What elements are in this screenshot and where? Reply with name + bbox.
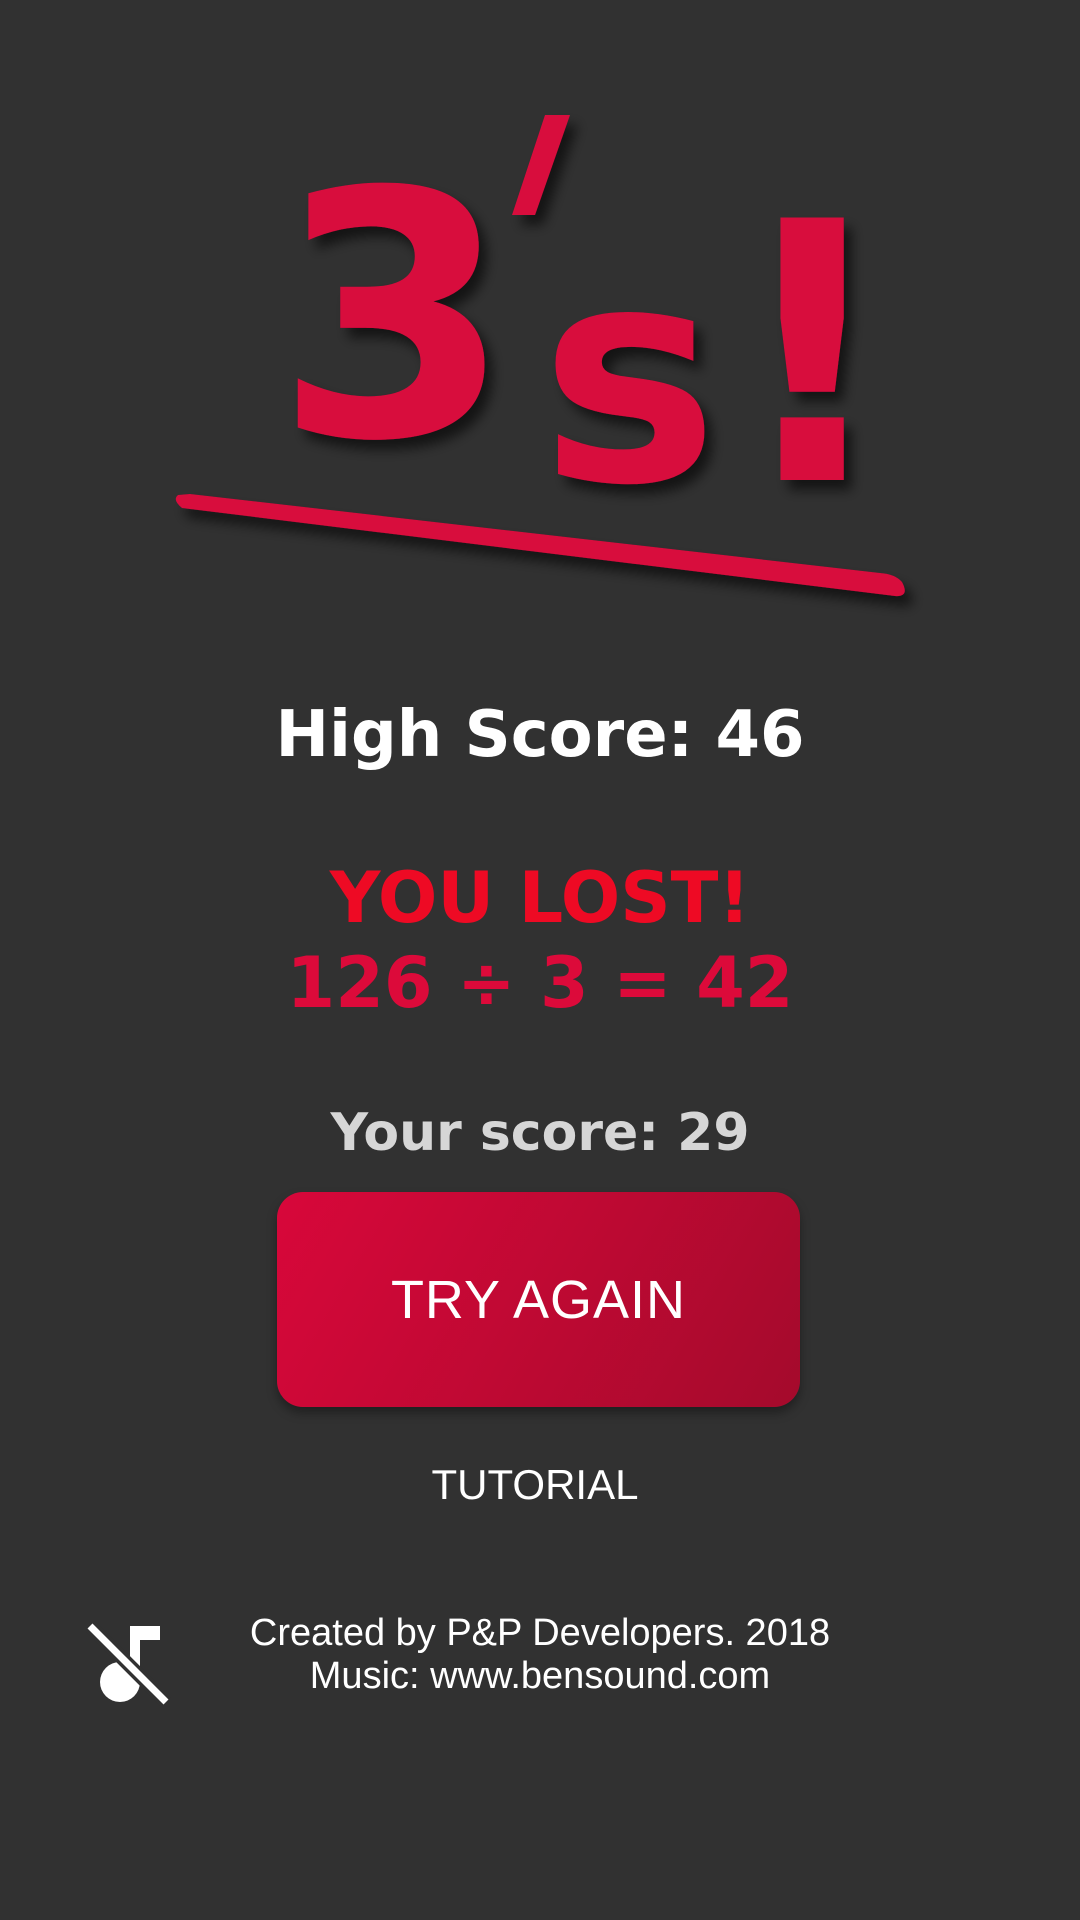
- game-logo: 3 s !: [175, 115, 905, 597]
- music-credit-line: Music: www.bensound.com: [309, 1655, 771, 1697]
- credit-line: Created by P&P Developers. 2018: [249, 1612, 831, 1654]
- mute-music-button[interactable]: [85, 1620, 172, 1707]
- logo-s: s: [540, 202, 719, 551]
- music-off-icon: [85, 1621, 171, 1707]
- try-again-button[interactable]: TRY AGAIN: [277, 1192, 800, 1407]
- logo-three: 3: [275, 120, 512, 516]
- logo-apostrophe: [512, 115, 570, 215]
- lost-equation: 126 ÷ 3 = 42: [286, 942, 794, 1024]
- tutorial-button[interactable]: TUTORIAL: [390, 1455, 680, 1515]
- lost-title: YOU LOST!: [329, 857, 751, 939]
- credits: Created by P&P Developers. 2018 Music: w…: [180, 1612, 900, 1698]
- logo-exclamation: !: [730, 146, 894, 565]
- try-again-label: TRY AGAIN: [390, 1269, 687, 1330]
- your-score-label: Your score: 29: [330, 1103, 750, 1163]
- game-over-screen: 3 s ! High Score: 46 YOU LOST! 126 ÷ 3 =…: [0, 0, 1080, 1920]
- high-score-label: High Score: 46: [275, 698, 805, 772]
